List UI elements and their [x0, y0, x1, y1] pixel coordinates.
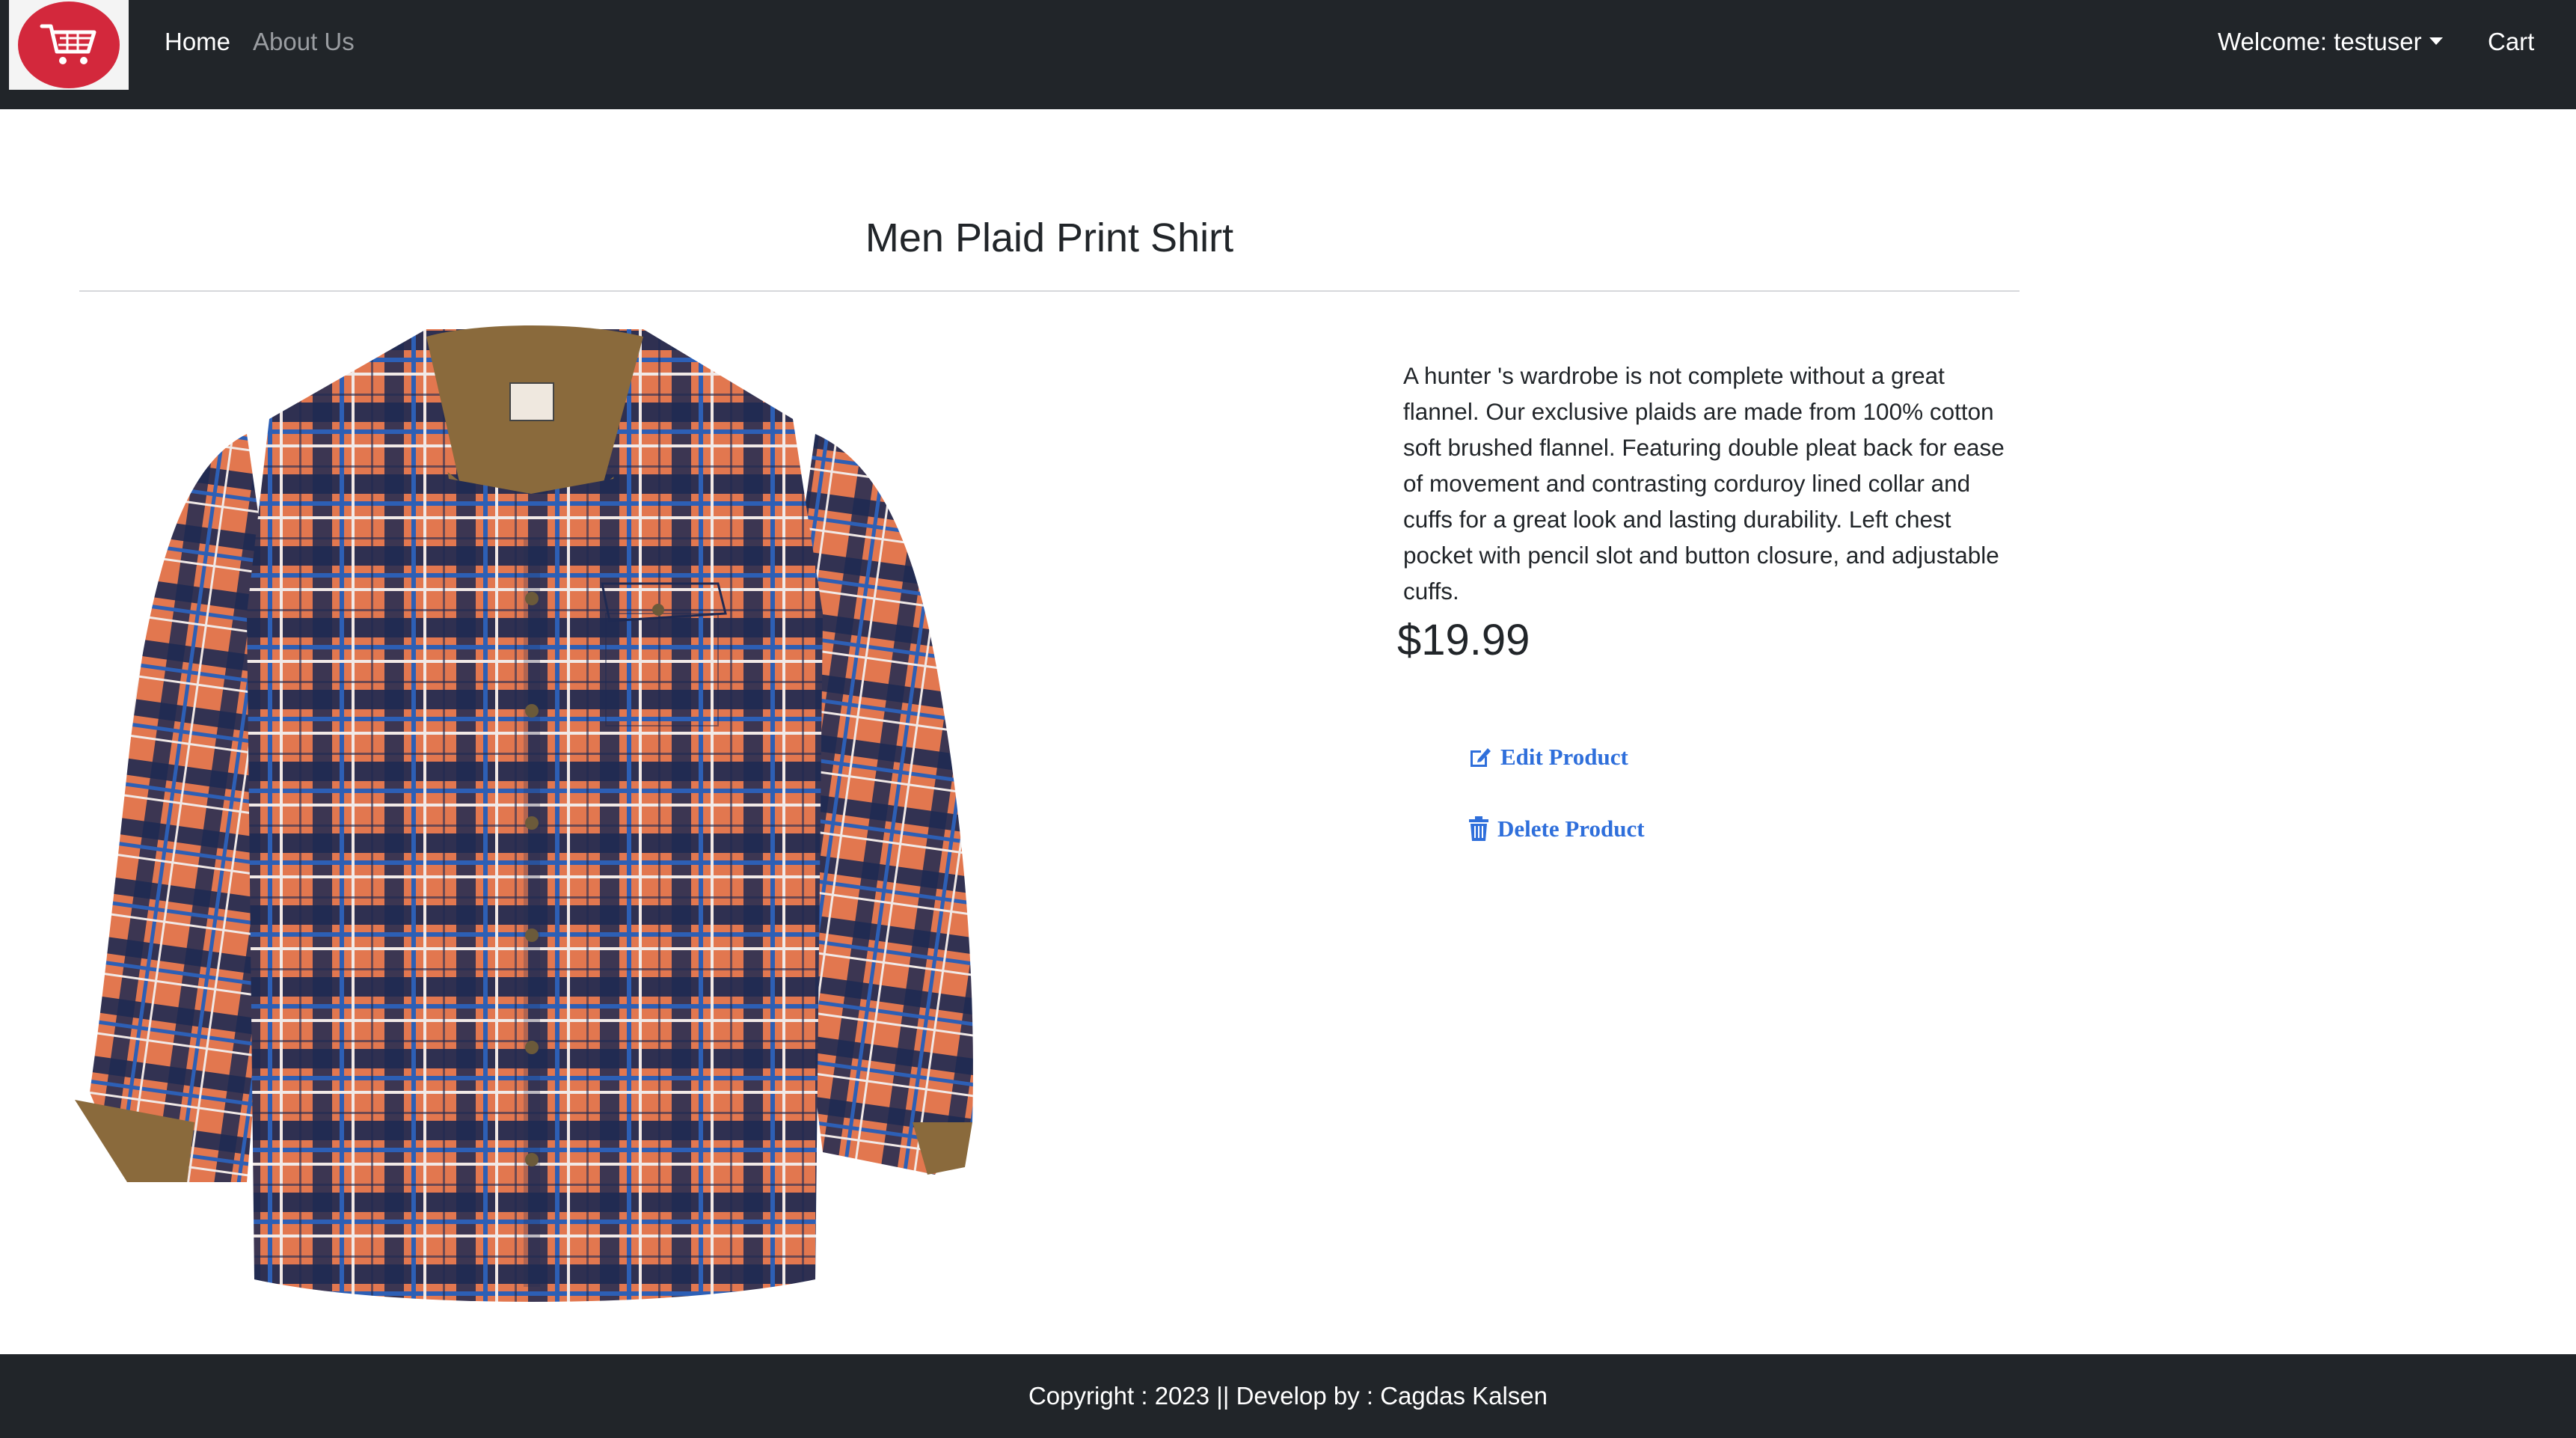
nav-about-link[interactable]: About Us [253, 24, 355, 60]
footer-copyright: Copyright : 2023 || Develop by : Cagdas … [1028, 1382, 1548, 1410]
user-menu-label: Welcome: testuser [2218, 28, 2422, 55]
shopping-cart-icon [18, 1, 120, 88]
caret-down-icon [2429, 37, 2443, 46]
edit-icon [1471, 748, 1491, 767]
product-title: Men Plaid Print Shirt [865, 215, 1234, 260]
page-footer: Copyright : 2023 || Develop by : Cagdas … [0, 1354, 2576, 1438]
brand-logo[interactable] [9, 0, 129, 90]
delete-product-button[interactable]: Delete Product [1468, 811, 1645, 847]
nav-cart-link[interactable]: Cart [2488, 24, 2534, 60]
plaid-shirt-image [75, 314, 987, 1309]
edit-product-button[interactable]: Edit Product [1468, 739, 1628, 775]
title-divider [79, 290, 2020, 292]
nav-home-link[interactable]: Home [165, 24, 230, 60]
top-navbar: Home About Us Welcome: testuser Cart [0, 0, 2576, 109]
product-description: A hunter 's wardrobe is not complete wit… [1403, 362, 2005, 605]
edit-product-label: Edit Product [1500, 744, 1628, 770]
trash-icon [1469, 816, 1488, 841]
delete-product-label: Delete Product [1497, 816, 1645, 842]
product-price: $19.99 [1397, 616, 1530, 664]
user-menu-dropdown[interactable]: Welcome: testuser [2218, 24, 2443, 60]
